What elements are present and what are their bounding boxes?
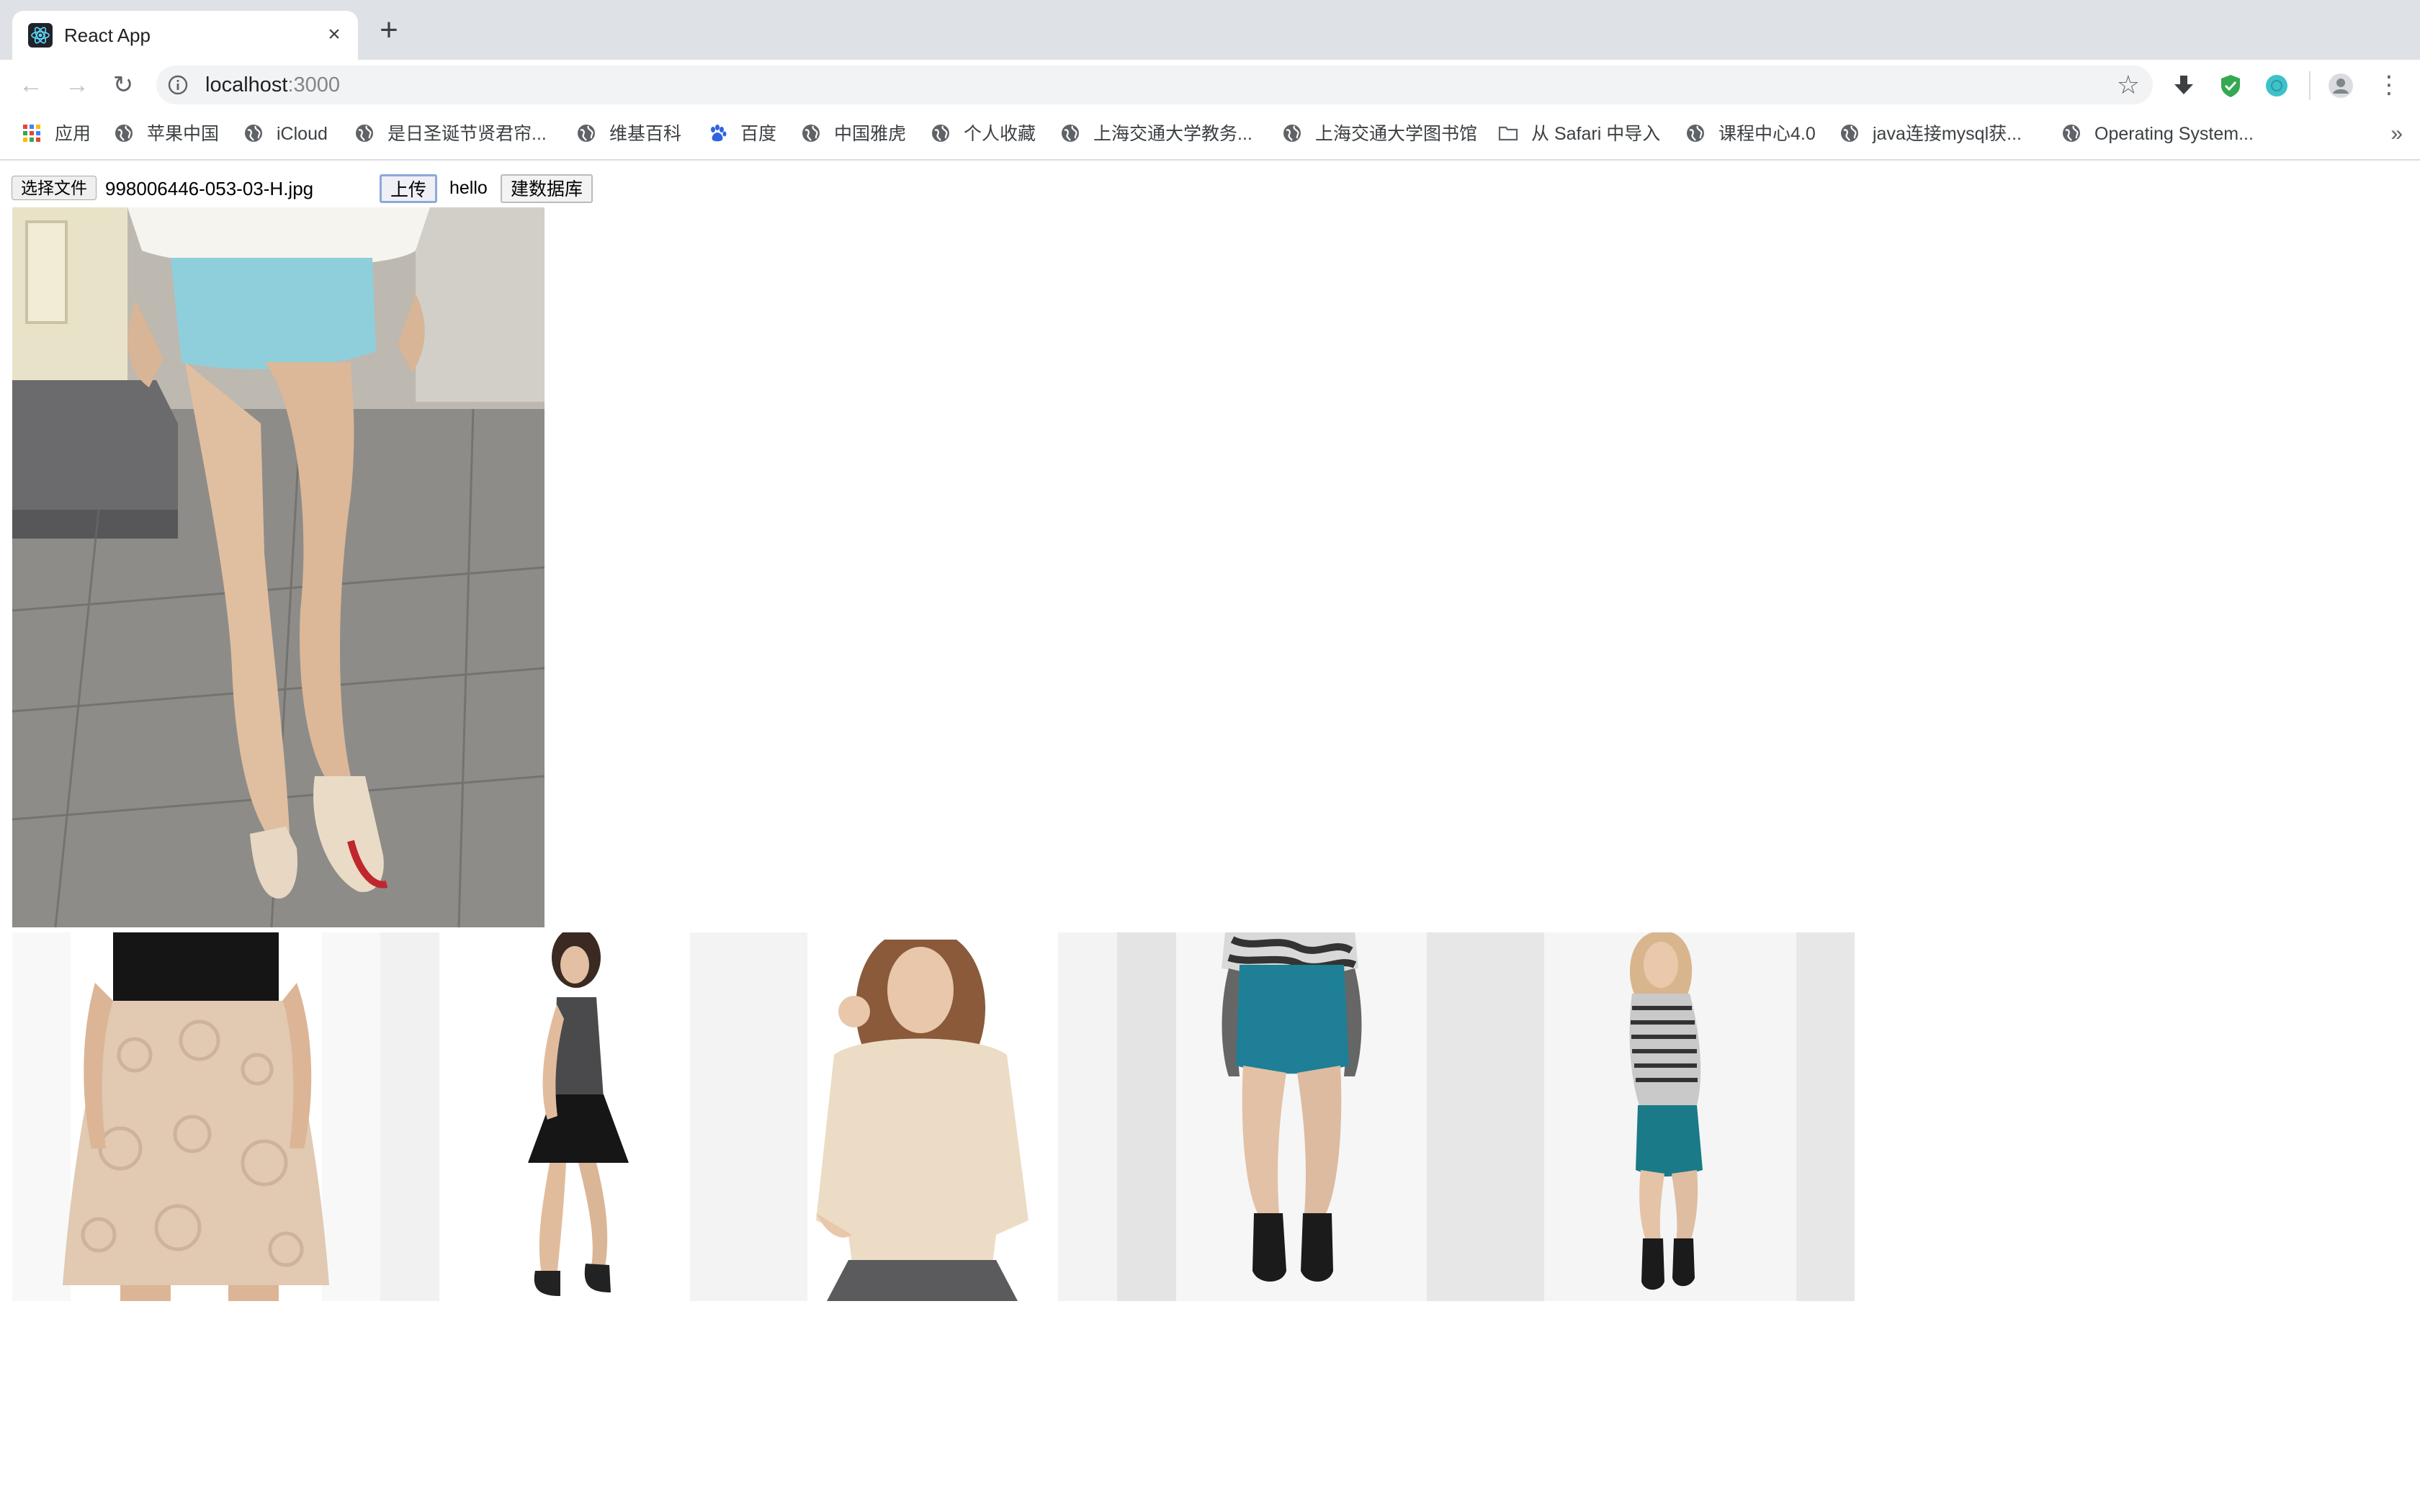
bookmarks-overflow-icon[interactable]: » — [2390, 121, 2403, 147]
upload-button[interactable]: 上传 — [380, 174, 438, 203]
reload-button[interactable]: ↻ — [105, 67, 141, 103]
bookmark-baidu[interactable]: 百度 — [707, 121, 776, 147]
bookmark-label: 个人收藏 — [964, 124, 1036, 144]
query-image — [12, 207, 544, 927]
globe-icon — [1062, 125, 1079, 143]
browser-toolbar: ← → ↻ localhost:3000 ☆ ⋮ — [0, 60, 2420, 111]
result-image-5[interactable] — [1427, 932, 1855, 1301]
globe-icon — [1283, 125, 1301, 143]
globe-icon — [932, 125, 949, 143]
choose-file-button[interactable]: 选择文件 — [12, 176, 97, 200]
bookmark-label: Operating System... — [2094, 124, 2254, 144]
download-icon[interactable] — [2171, 73, 2197, 99]
bookmark-label: 是日圣诞节贤君帘... — [387, 124, 547, 144]
bookmark-safari-import[interactable]: 从 Safari 中导入 — [1498, 121, 1660, 147]
globe-icon — [802, 125, 820, 143]
result-image-1[interactable] — [12, 932, 380, 1301]
url-host: localhost — [205, 73, 288, 96]
bookmark-label: java连接mysql获... — [1873, 124, 2022, 144]
tab-title: React App — [64, 24, 151, 46]
bookmark-sjtu-academic[interactable]: 上海交通大学教务... — [1060, 121, 1252, 147]
globe-icon — [578, 125, 595, 143]
bookmark-label: 中国雅虎 — [834, 124, 907, 144]
teal-extension-icon[interactable] — [2264, 73, 2290, 99]
bookmarks-bar: 应用 苹果中国 iCloud 是日圣诞节贤君帘... 维基百科 百度 中国雅虎 … — [0, 111, 2420, 161]
tab-react-app[interactable]: React App × — [12, 11, 358, 60]
hello-text: hello — [449, 178, 488, 198]
result-image-4[interactable] — [1117, 932, 1427, 1301]
address-bar[interactable]: localhost:3000 ☆ — [156, 66, 2153, 104]
bookmark-label: 维基百科 — [609, 124, 682, 144]
bookmark-yahoo-china[interactable]: 中国雅虎 — [801, 121, 906, 147]
react-logo-icon — [28, 23, 53, 48]
globe-icon — [1687, 125, 1704, 143]
tab-strip: React App × + — [0, 0, 2420, 60]
folder-icon — [1498, 127, 1518, 141]
build-database-button[interactable]: 建数据库 — [501, 174, 593, 203]
shield-extension-icon[interactable] — [2218, 73, 2244, 99]
menu-icon[interactable]: ⋮ — [2371, 67, 2407, 103]
bookmark-label: 上海交通大学图书馆 — [1315, 124, 1478, 144]
bookmark-label: 上海交通大学教务... — [1093, 124, 1252, 144]
forward-button[interactable]: → — [59, 67, 95, 103]
bookmark-label: 从 Safari 中导入 — [1531, 124, 1661, 144]
bookmark-favorites[interactable]: 个人收藏 — [931, 121, 1036, 147]
bookmark-christmas[interactable]: 是日圣诞节贤君帘... — [354, 121, 547, 147]
bookmark-wikipedia[interactable]: 维基百科 — [576, 121, 681, 147]
bookmark-label: iCloud — [277, 124, 328, 144]
back-button[interactable]: ← — [13, 67, 49, 103]
close-icon[interactable]: × — [321, 21, 348, 48]
bookmark-label: 百度 — [740, 124, 777, 144]
url-text: localhost:3000 — [205, 73, 340, 97]
apps-grid-icon — [23, 125, 40, 143]
bookmark-java-mysql[interactable]: java连接mysql获... — [1839, 121, 2022, 147]
baidu-paw-icon — [711, 125, 727, 142]
url-port: :3000 — [287, 73, 341, 96]
bookmark-label: 苹果中国 — [147, 124, 220, 144]
new-tab-button[interactable]: + — [373, 14, 405, 48]
globe-icon — [115, 125, 133, 143]
globe-icon — [1841, 125, 1858, 143]
globe-icon — [2063, 125, 2080, 143]
bookmark-star-icon[interactable]: ☆ — [2117, 70, 2140, 100]
page-content: 选择文件 998006446-053-03-H.jpg 上传 hello 建数据… — [0, 161, 2420, 1512]
bookmark-course-center[interactable]: 课程中心4.0 — [1685, 121, 1816, 147]
result-image-2[interactable] — [380, 932, 690, 1301]
globe-icon — [245, 125, 262, 143]
profile-avatar-icon[interactable] — [2328, 73, 2354, 99]
bookmark-apps[interactable]: 应用 — [22, 121, 91, 147]
info-icon[interactable] — [166, 73, 189, 96]
bookmark-operating-system[interactable]: Operating System... — [2061, 121, 2254, 147]
globe-icon — [356, 125, 373, 143]
bookmark-icloud[interactable]: iCloud — [243, 121, 328, 147]
result-image-3[interactable] — [690, 932, 1117, 1301]
bookmark-sjtu-library[interactable]: 上海交通大学图书馆 — [1282, 121, 1477, 147]
toolbar-divider — [2309, 71, 2311, 100]
bookmark-apple-china[interactable]: 苹果中国 — [114, 121, 219, 147]
bookmark-label: 应用 — [55, 124, 91, 144]
selected-file-name: 998006446-053-03-H.jpg — [105, 178, 314, 199]
bookmark-label: 课程中心4.0 — [1718, 124, 1816, 144]
